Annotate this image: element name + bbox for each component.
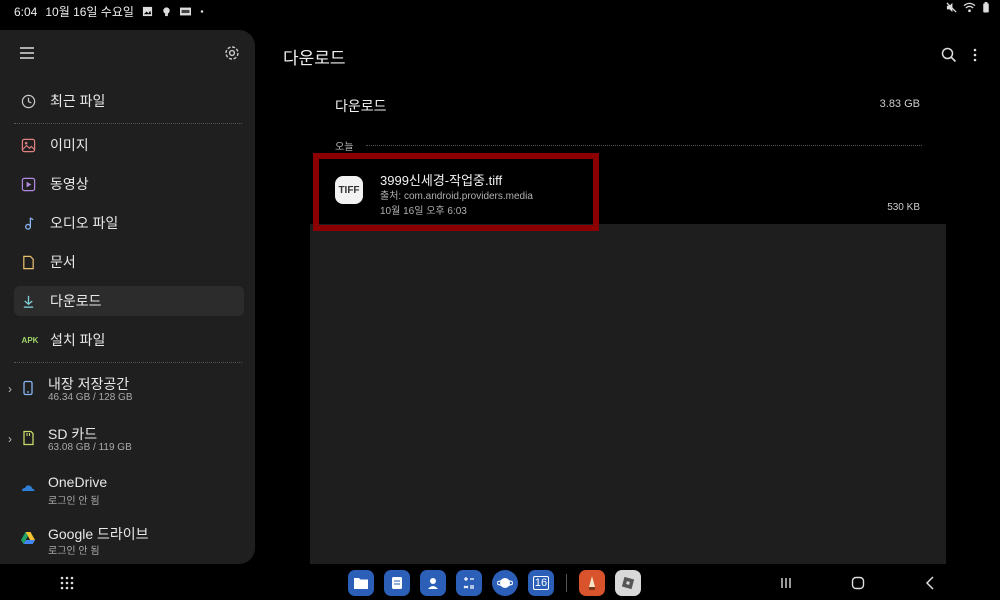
google-drive-icon [21,532,35,544]
sidebar-item-label: 최근 파일 [50,93,106,109]
calculator-icon[interactable] [456,570,482,596]
card-icon [179,7,191,16]
gear-icon[interactable] [223,44,241,62]
taskbar: 16 [0,566,1000,600]
music-icon [20,215,36,231]
gallery-icon [142,6,153,17]
document-icon [20,254,36,270]
calendar-day: 16 [532,576,550,590]
recent-apps-button[interactable] [776,574,796,592]
apk-icon: APK [20,332,40,348]
image-icon [20,137,36,153]
sidebar-item-label: 동영상 [50,176,89,192]
more-options-icon[interactable] [968,46,982,64]
file-list-empty-area [310,224,946,564]
sidebar-item-documents[interactable]: 문서 [14,247,244,277]
hamburger-menu-icon[interactable] [18,44,36,62]
chevron-right-icon[interactable]: › [8,382,12,396]
storage-name: SD 카드 [48,426,98,442]
status-date: 10월 16일 수요일 [45,5,134,19]
home-button[interactable] [848,574,868,592]
clock-icon [20,93,36,109]
onedrive-icon [22,485,35,491]
folder-size: 3.83 GB [879,98,920,110]
mute-icon [946,2,957,13]
video-icon [20,176,36,192]
battery-icon [983,2,989,13]
file-source: 출처: com.android.providers.media [380,191,533,202]
app-drawer-icon[interactable] [58,574,76,592]
sidebar-item-label: 설치 파일 [50,332,106,348]
roblox-icon[interactable] [615,570,641,596]
sketch-app-icon[interactable] [579,570,605,596]
sidebar-item-images[interactable]: 이미지 [14,130,244,160]
back-button[interactable] [920,574,940,592]
sidebar-item-apk[interactable]: APK 설치 파일 [14,325,244,355]
search-icon[interactable] [940,46,958,64]
storage-google-drive[interactable]: Google 드라이브 로그인 안 됨 [0,524,255,564]
divider [14,123,242,124]
folder-name: 다운로드 [335,98,387,114]
apk-badge: APK [21,335,39,345]
storage-status: 로그인 안 됨 [48,546,100,557]
status-bar: 6:04 10월 16일 수요일 [0,0,1000,20]
file-type-label: TIFF [338,184,360,196]
sd-card-icon [23,430,34,446]
storage-name: OneDrive [48,474,108,490]
internet-icon[interactable] [492,570,518,596]
status-time: 6:04 [14,4,38,19]
storage-sd-card[interactable]: › SD 카드 63.08 GB / 119 GB [0,424,255,464]
download-icon [20,293,36,309]
divider [366,145,922,146]
calendar-icon[interactable]: 16 [528,570,554,596]
sidebar-item-label: 다운로드 [50,293,102,309]
storage-name: Google 드라이브 [48,526,149,542]
storage-name: 내장 저장공간 [48,376,130,392]
contacts-icon[interactable] [420,570,446,596]
storage-internal[interactable]: › 내장 저장공간 46.34 GB / 128 GB [0,374,255,414]
sidebar-item-label: 오디오 파일 [50,215,119,231]
storage-onedrive[interactable]: OneDrive 로그인 안 됨 [0,474,255,514]
storage-usage: 63.08 GB / 119 GB [48,442,132,453]
sidebar-item-label: 이미지 [50,137,89,153]
sidebar-item-label: 문서 [50,254,76,270]
storage-status: 로그인 안 됨 [48,496,100,507]
sidebar-item-audio[interactable]: 오디오 파일 [14,208,244,238]
sidebar-item-downloads[interactable]: 다운로드 [14,286,244,316]
dock: 16 [348,570,641,596]
phone-icon [23,380,33,396]
sidebar-item-videos[interactable]: 동영상 [14,169,244,199]
tiff-file-icon: TIFF [335,176,363,204]
sidebar-item-recent[interactable]: 최근 파일 [14,86,244,116]
storage-usage: 46.34 GB / 128 GB [48,392,133,403]
wifi-icon [963,2,976,13]
dock-divider [566,574,567,592]
divider [14,362,242,363]
date-group-label: 오늘 [335,142,354,153]
file-size: 530 KB [887,202,920,213]
my-files-icon[interactable] [348,570,374,596]
chevron-right-icon[interactable]: › [8,432,12,446]
navigation-drawer: 최근 파일 이미지 동영상 오디오 파일 문서 다운로드 APK 설치 파일 ›… [0,30,255,564]
notes-icon[interactable] [384,570,410,596]
file-date: 10월 16일 오후 6:03 [380,206,467,217]
bulb-icon [163,7,170,17]
page-title: 다운로드 [283,49,346,68]
dot-icon [200,10,204,13]
